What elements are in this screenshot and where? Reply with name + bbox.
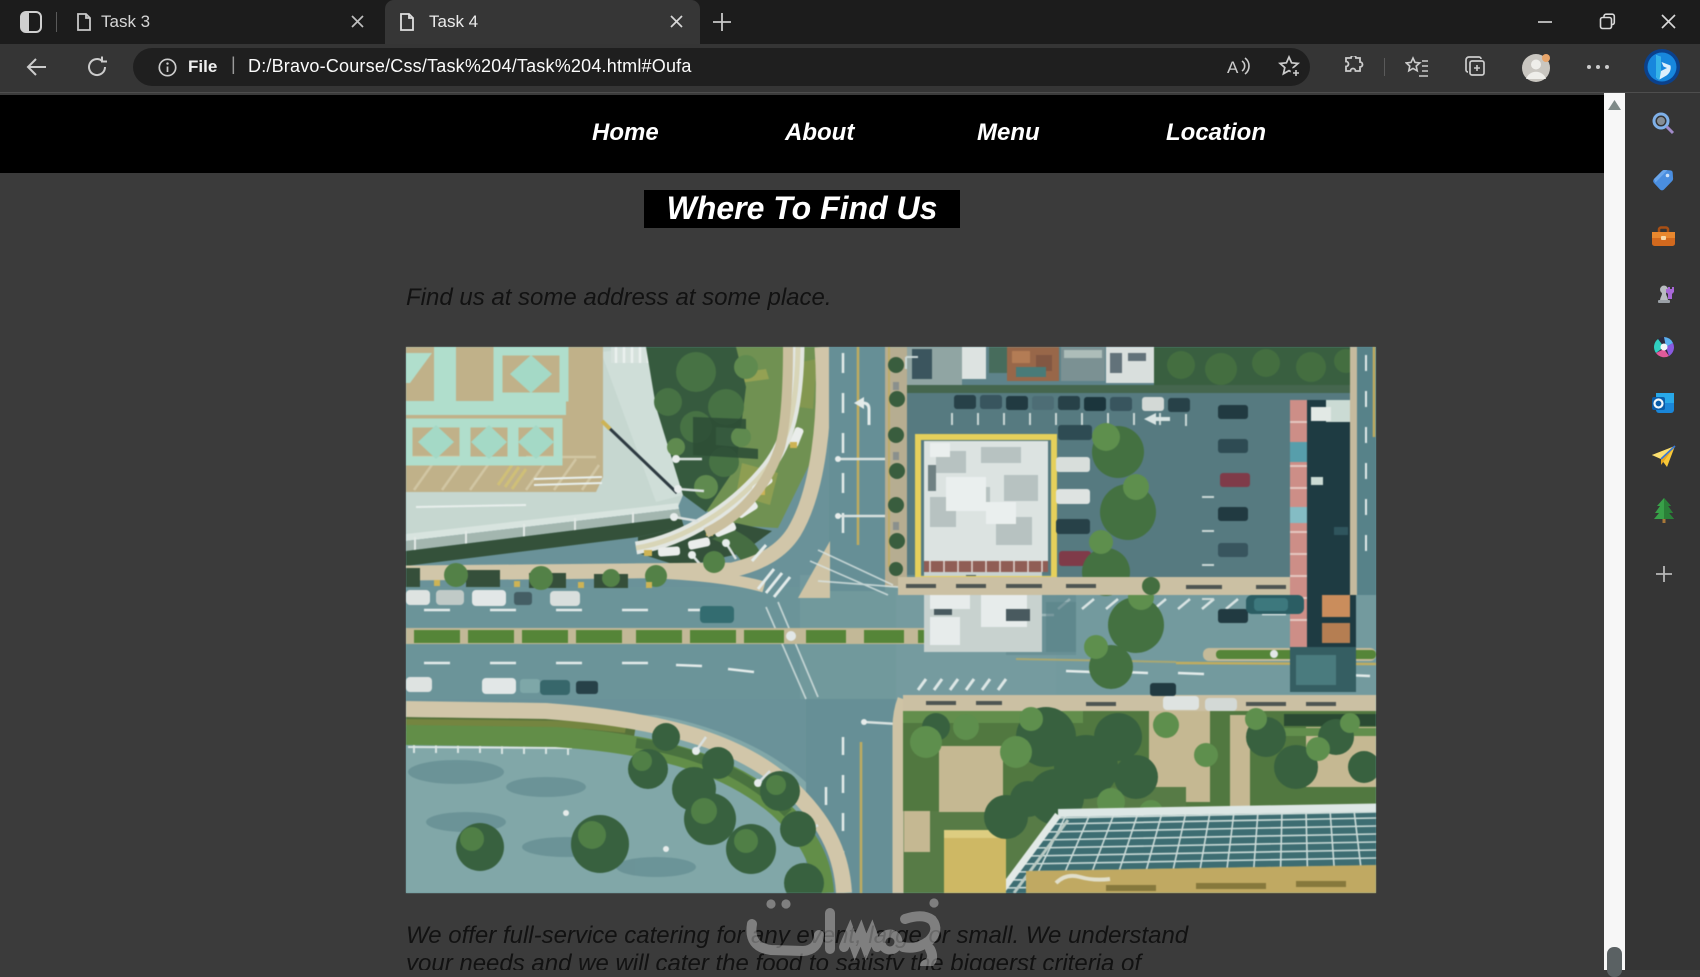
svg-text:A: A (1227, 58, 1239, 77)
